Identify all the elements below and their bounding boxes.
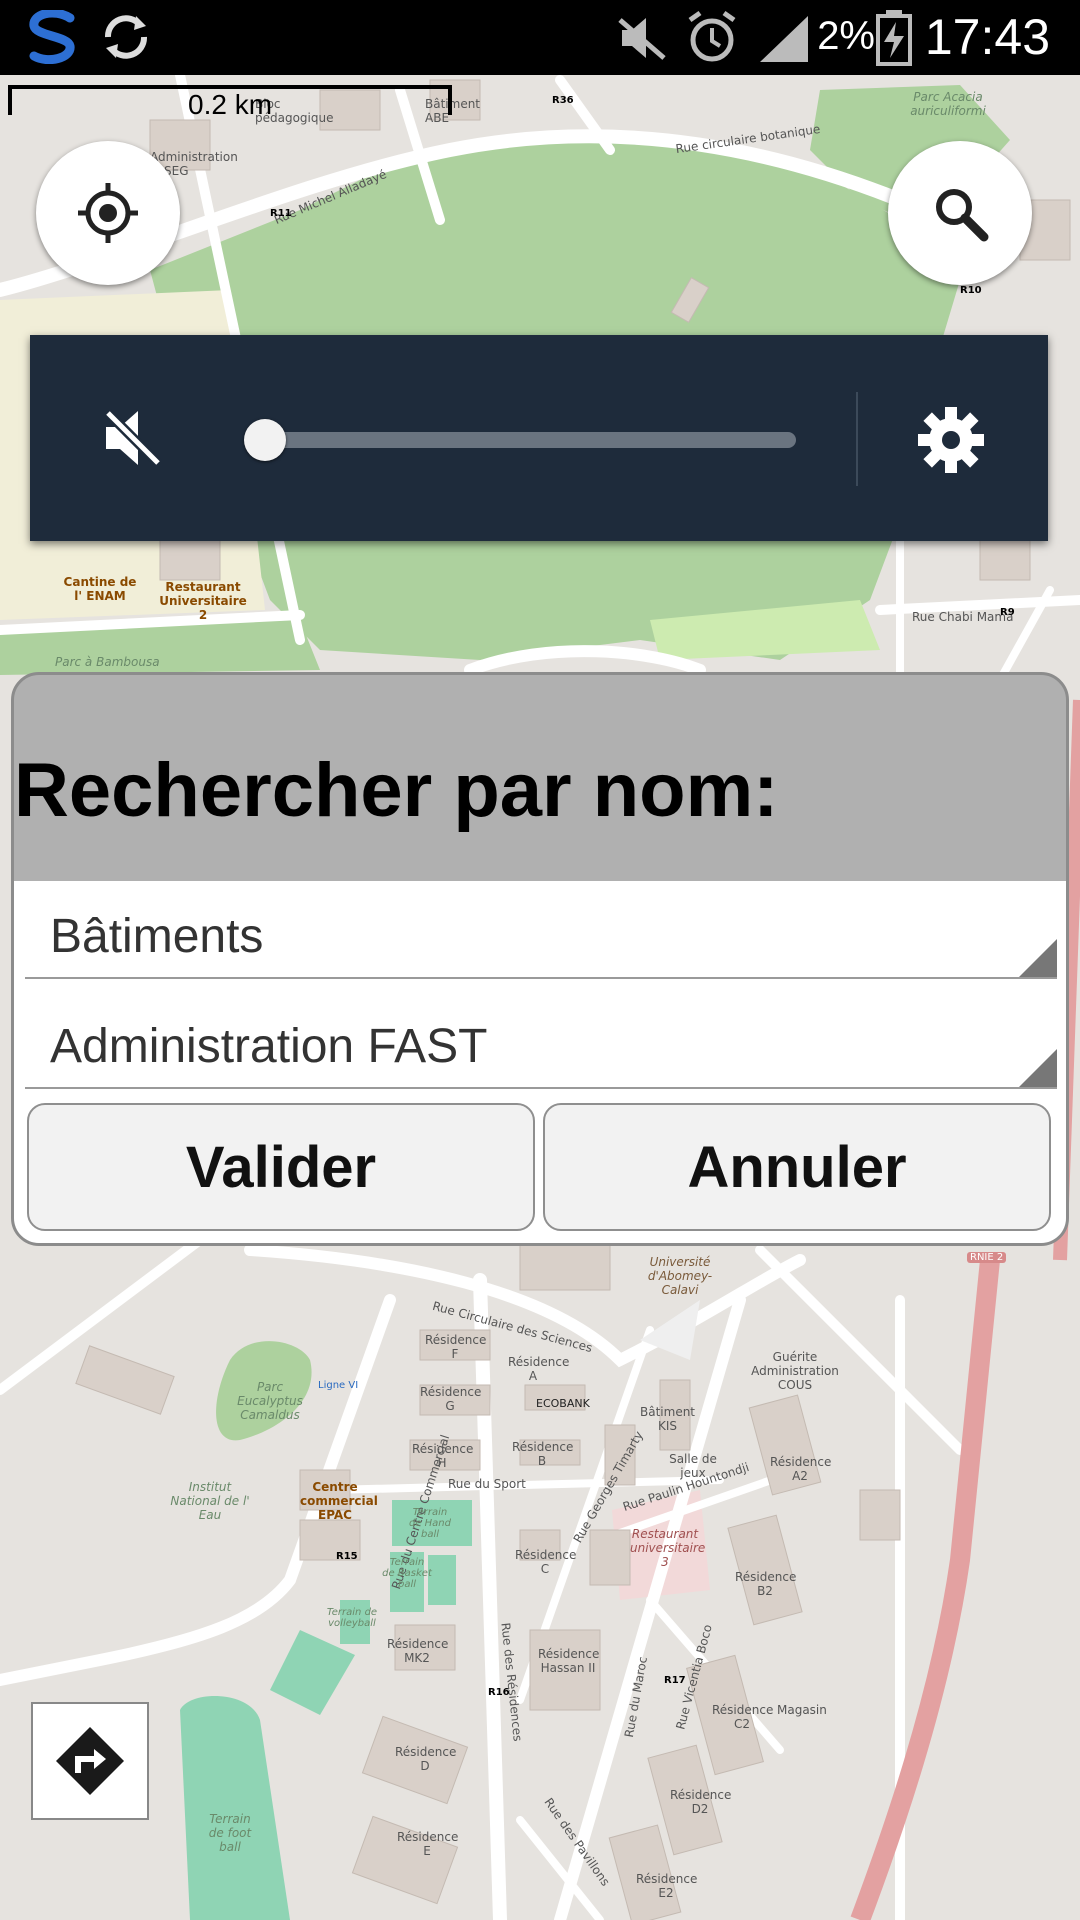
battery-percent: 2% — [817, 14, 875, 58]
map-label: Résidence MK2 — [387, 1637, 449, 1665]
map-label: Résidence B — [512, 1440, 574, 1468]
scale-label: 0.2 km — [188, 89, 273, 120]
map-label: Résidence C2 — [712, 1703, 774, 1731]
map-label: Cantine de l' ENAM — [63, 575, 137, 603]
football-field — [180, 1696, 290, 1920]
dropdown-arrow-icon — [1019, 1049, 1057, 1087]
map-label: Résidence H — [412, 1442, 474, 1470]
road-ref: RNIE 2 — [967, 1252, 1007, 1263]
volume-panel — [30, 335, 1048, 541]
map-label: Parc à Bambousa — [55, 655, 160, 669]
map-label: Guérite Administration COUS — [751, 1350, 839, 1392]
map-label: Résidence E2 — [636, 1872, 698, 1900]
map-label: Rue Chabi Mama — [912, 610, 1014, 624]
route-button[interactable] — [31, 1702, 149, 1820]
volume-slider-track[interactable] — [263, 432, 796, 448]
map-label: Résidence A — [508, 1355, 570, 1383]
map-label: Université d'Abomey-Calavi — [647, 1255, 713, 1297]
road-ref: R10 — [960, 285, 982, 296]
map-label: Résidence A2 — [770, 1455, 832, 1483]
map-label: Bâtiment KIS — [640, 1405, 696, 1433]
map-label: Parc Eucalyptus Camaldus — [237, 1380, 303, 1422]
road-ref: R15 — [336, 1551, 358, 1562]
map-label: Parc Acacia auriculiformi — [910, 90, 986, 118]
speaker-muted-icon[interactable] — [102, 409, 164, 467]
map-label: Institut National de l' Eau — [170, 1480, 250, 1522]
sports-field — [428, 1555, 456, 1605]
category-value: Bâtiments — [50, 910, 264, 963]
map-label: Résidence F — [425, 1333, 487, 1361]
map-label: Magasin — [777, 1703, 827, 1717]
map-label: Résidence Hassan II — [538, 1647, 600, 1675]
gear-icon[interactable] — [916, 405, 986, 475]
map-label: Centre commercial EPAC — [300, 1480, 378, 1522]
map-label: Terrain de Basket ball — [382, 1557, 432, 1590]
panel-divider — [856, 392, 858, 486]
map-label: Résidence E — [397, 1830, 459, 1858]
map-label: Terrain de volleyball — [326, 1607, 378, 1629]
map-scale-bar: 0.2 km — [8, 85, 452, 120]
vibrate-muted-icon — [618, 18, 666, 60]
road-ref: R9 — [1000, 607, 1015, 618]
map-label: Terrain de foot ball — [208, 1812, 252, 1854]
category-dropdown[interactable]: Bâtiments — [25, 881, 1057, 979]
map-label: Résidence G — [420, 1385, 482, 1413]
road-ref: R36 — [552, 95, 574, 106]
map-label: Ligne VI — [318, 1380, 359, 1391]
battery-charging-icon — [876, 10, 912, 66]
search-button[interactable] — [888, 141, 1032, 285]
sync-icon — [105, 15, 147, 59]
status-bar: 2% 17:43 — [0, 0, 1080, 75]
name-value: Administration FAST — [50, 1020, 488, 1073]
cancel-button[interactable]: Annuler — [543, 1103, 1051, 1231]
dialog-title: Rechercher par nom: — [14, 748, 779, 833]
primary-road — [850, 1259, 1000, 1920]
alarm-icon — [688, 10, 736, 62]
road-ref: R11 — [270, 208, 292, 219]
map-label: Résidence C — [515, 1548, 577, 1576]
crosshair-icon — [78, 183, 138, 243]
road-ref: R16 — [488, 1687, 510, 1698]
signal-icon — [760, 16, 808, 62]
volume-slider-thumb[interactable] — [244, 419, 286, 461]
map-label: Rue du Sport — [448, 1477, 526, 1491]
search-icon — [936, 189, 989, 242]
clock: 17:43 — [924, 9, 1050, 65]
my-location-button[interactable] — [36, 141, 180, 285]
app-logo-icon — [29, 10, 75, 64]
road-ref: R17 — [664, 1675, 686, 1686]
map-label: Terrain de Hand ball — [408, 1507, 451, 1540]
map-label: Restaurant Universitaire 2 — [159, 580, 247, 622]
map-label: Résidence D2 — [670, 1788, 732, 1816]
map-label: Restaurant universitaire 3 — [630, 1527, 706, 1569]
validate-button[interactable]: Valider — [27, 1103, 535, 1231]
directions-icon — [56, 1727, 124, 1795]
map-label: Résidence D — [395, 1745, 457, 1773]
dropdown-arrow-icon — [1019, 939, 1057, 977]
map-label: ECOBANK — [536, 1397, 590, 1410]
name-dropdown[interactable]: Administration FAST — [25, 991, 1057, 1089]
map-label: Résidence B2 — [735, 1570, 797, 1598]
